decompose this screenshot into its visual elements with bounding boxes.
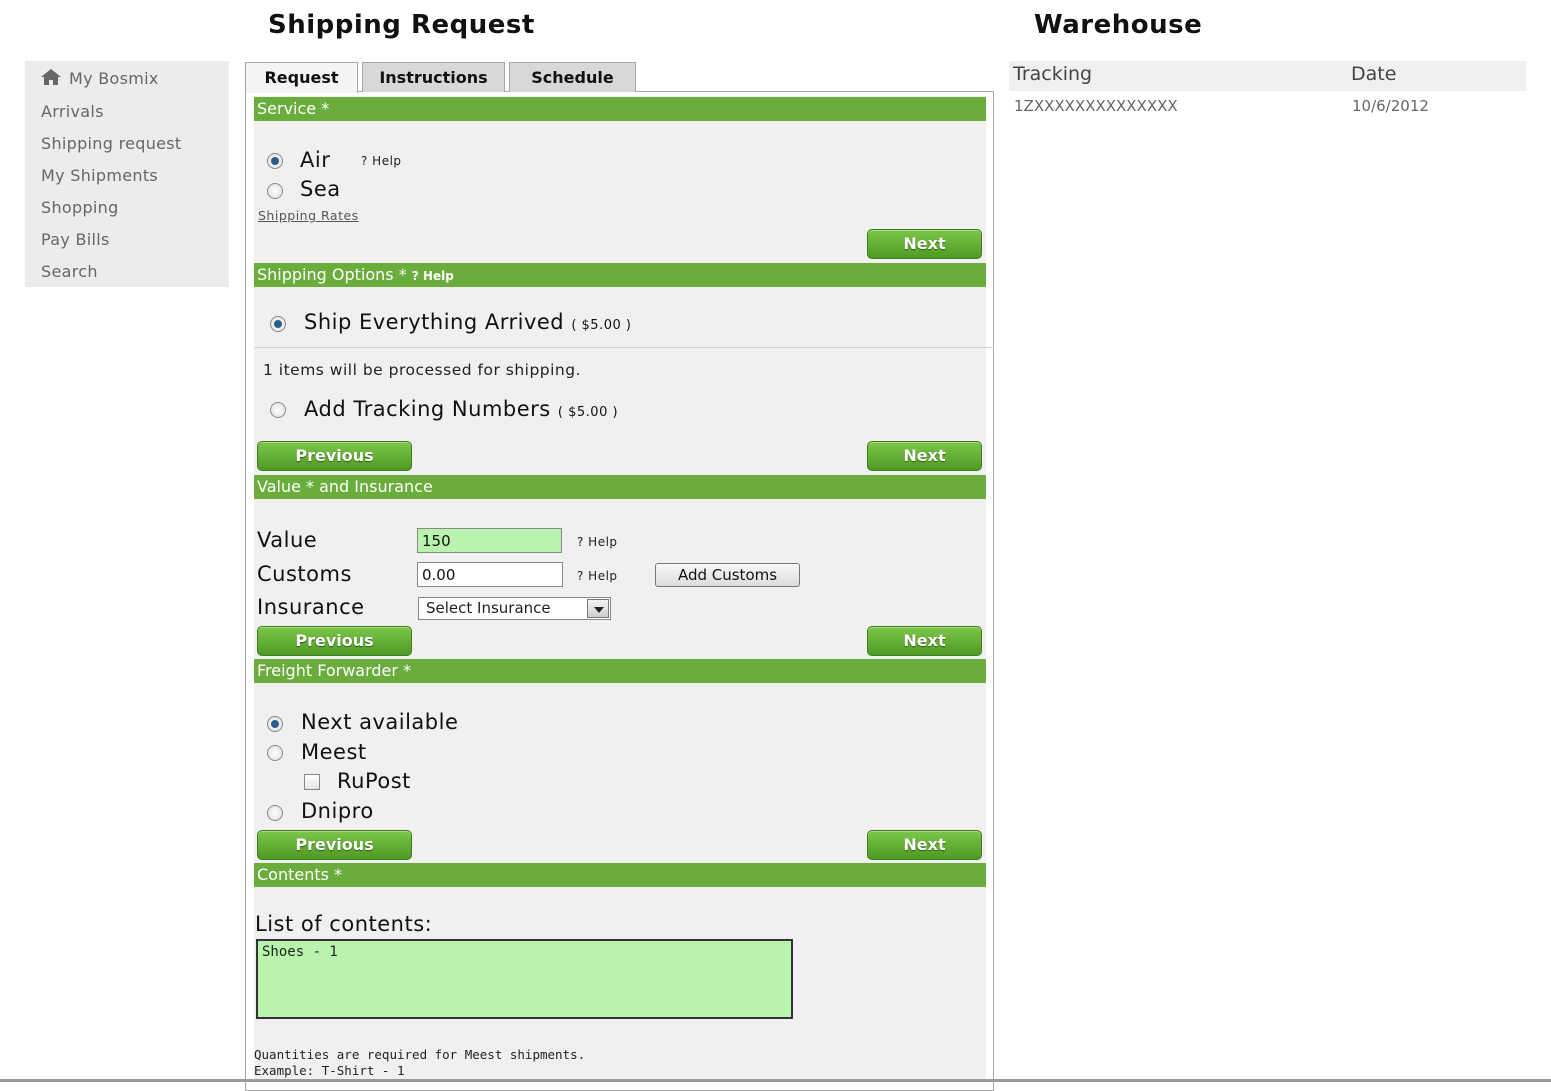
add-customs-button[interactable]: Add Customs [655, 563, 800, 587]
next-available-radio[interactable] [267, 716, 283, 732]
sidebar-item-shipping-request[interactable]: Shipping request [41, 134, 182, 153]
customs-help-link[interactable]: ? Help [577, 569, 618, 583]
shipping-options-next-button[interactable]: Next [867, 441, 982, 471]
ship-everything-radio[interactable] [270, 316, 286, 332]
tracking-column-header: Tracking [1013, 63, 1093, 85]
meest-radio[interactable] [267, 745, 283, 761]
items-info: 1 items will be processed for shipping. [263, 361, 582, 379]
freight-previous-button[interactable]: Previous [257, 830, 412, 860]
tab-schedule[interactable]: Schedule [509, 62, 636, 92]
shipping-options-title: Shipping Options * [257, 265, 407, 284]
tab-instructions[interactable]: Instructions [362, 62, 505, 92]
sidebar-item-search[interactable]: Search [41, 262, 98, 281]
add-tracking-price: ( $5.00 ) [557, 405, 619, 420]
shipping-options-help-link[interactable]: ? Help [412, 269, 454, 283]
sidebar: My Bosmix Arrivals Shipping request My S… [25, 61, 229, 287]
dnipro-label: Dnipro [301, 799, 374, 823]
sidebar-item-arrivals[interactable]: Arrivals [41, 102, 104, 121]
ship-everything-text: Ship Everything Arrived [304, 310, 565, 334]
contents-example: Example: T-Shirt - 1 [254, 1063, 405, 1078]
shipping-options-header: Shipping Options * ? Help [254, 263, 986, 287]
sidebar-item-shopping[interactable]: Shopping [41, 198, 119, 217]
warehouse-title: Warehouse [1034, 10, 1203, 40]
shipping-rates-link[interactable]: Shipping Rates [258, 208, 359, 223]
sidebar-item-pay-bills[interactable]: Pay Bills [41, 230, 110, 249]
customs-input[interactable] [417, 562, 563, 587]
chevron-down-icon[interactable] [587, 599, 609, 618]
home-icon [41, 69, 61, 85]
next-available-label: Next available [301, 710, 459, 734]
tracking-number: 1ZXXXXXXXXXXXXXX [1014, 97, 1178, 115]
rupost-checkbox[interactable] [304, 774, 320, 790]
value-help-link[interactable]: ? Help [577, 535, 618, 549]
service-header: Service * [254, 97, 986, 121]
value-insurance-header: Value * and Insurance [254, 475, 986, 499]
add-tracking-text: Add Tracking Numbers [304, 397, 551, 421]
tracking-date: 10/6/2012 [1352, 97, 1429, 115]
freight-next-button[interactable]: Next [867, 830, 982, 860]
sidebar-item-my-shipments[interactable]: My Shipments [41, 166, 158, 185]
insurance-select[interactable]: Select Insurance [418, 597, 611, 620]
dnipro-radio[interactable] [267, 805, 283, 821]
insurance-selected-value: Select Insurance [426, 599, 551, 617]
page-title: Shipping Request [268, 10, 535, 40]
value-input[interactable] [417, 528, 562, 553]
value-next-button[interactable]: Next [867, 626, 982, 656]
contents-header: Contents * [254, 863, 986, 887]
insurance-label: Insurance [257, 595, 365, 619]
sea-radio[interactable] [267, 183, 283, 199]
contents-list-label: List of contents: [255, 912, 433, 936]
customs-label: Customs [257, 562, 352, 586]
date-column-header: Date [1351, 63, 1397, 85]
rupost-label: RuPost [337, 769, 411, 793]
ship-everything-price: ( $5.00 ) [571, 318, 632, 333]
shipping-options-previous-button[interactable]: Previous [257, 441, 412, 471]
value-label: Value [257, 528, 318, 552]
add-tracking-label: Add Tracking Numbers ( $5.00 ) [304, 397, 618, 421]
air-label: Air [300, 148, 331, 172]
tab-request[interactable]: Request [245, 62, 358, 93]
sea-label: Sea [300, 177, 341, 201]
contents-textarea[interactable]: Shoes - 1 [256, 939, 793, 1019]
options-divider [254, 347, 994, 348]
service-help-link[interactable]: ? Help [361, 154, 402, 168]
air-radio[interactable] [267, 153, 283, 169]
freight-header: Freight Forwarder * [254, 659, 986, 683]
value-previous-button[interactable]: Previous [257, 626, 412, 656]
add-tracking-radio[interactable] [270, 402, 286, 418]
sidebar-item-my-bosmix[interactable]: My Bosmix [41, 68, 159, 88]
meest-label: Meest [301, 740, 367, 764]
ship-everything-label: Ship Everything Arrived ( $5.00 ) [304, 310, 631, 334]
sidebar-item-label: My Bosmix [69, 69, 159, 88]
contents-note: Quantities are required for Meest shipme… [254, 1047, 586, 1062]
service-next-button[interactable]: Next [867, 229, 982, 259]
